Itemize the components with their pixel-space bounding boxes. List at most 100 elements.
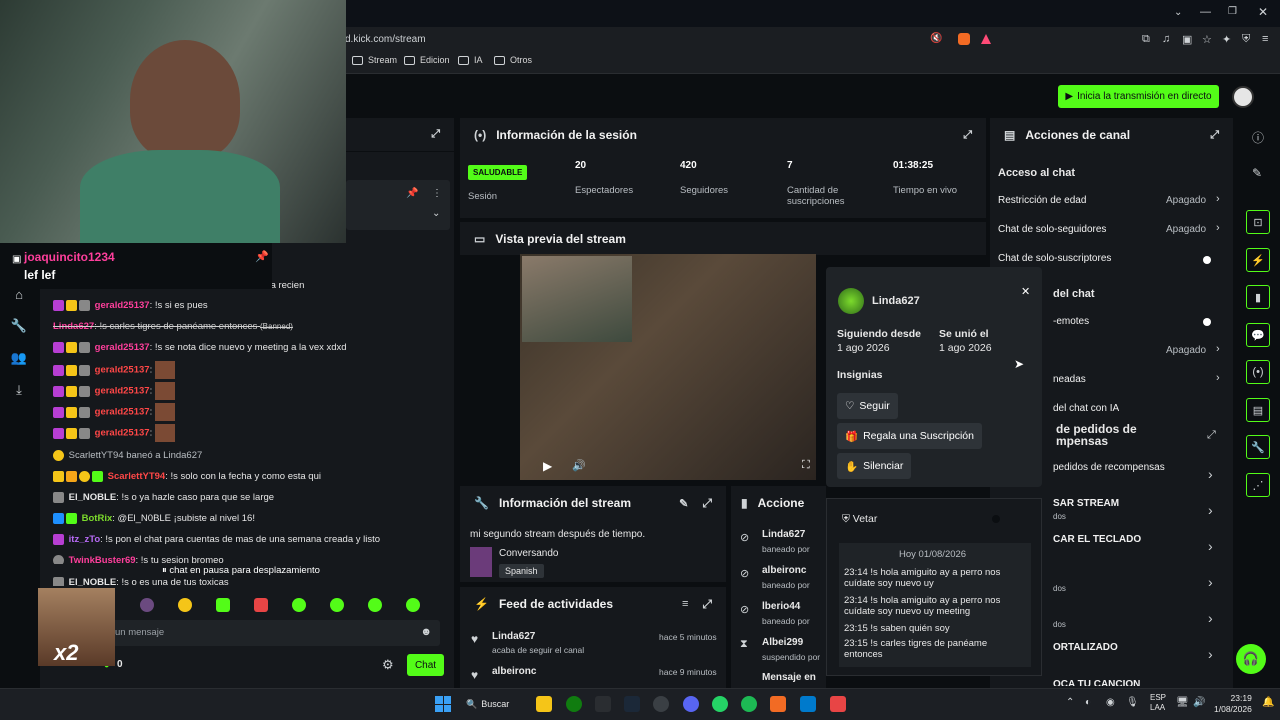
filter-icon[interactable]: ≡ <box>682 598 688 610</box>
send-chat-button[interactable]: Chat <box>407 654 444 676</box>
emote-icon[interactable] <box>254 598 268 612</box>
brave-icon[interactable] <box>770 696 786 712</box>
chevron-right-icon[interactable]: › <box>1208 646 1213 662</box>
bookmark-edicion[interactable]: Edicion <box>404 55 450 65</box>
language-indicator[interactable]: ESP LAA <box>1150 693 1166 713</box>
category-name[interactable]: Conversando <box>499 548 558 559</box>
chevron-right-icon[interactable]: › <box>1216 193 1220 205</box>
follow-button[interactable]: ♡ Seguir <box>837 393 898 419</box>
chat-message[interactable]: TwinkBuster69: !s tu sesion bromeo <box>53 555 224 564</box>
steam-icon[interactable] <box>624 696 640 712</box>
profile-avatar[interactable] <box>1232 86 1254 108</box>
chevron-right-icon[interactable]: › <box>1208 574 1213 590</box>
chat-paused-banner[interactable]: ⏸ chat en pausa para desplazamiento <box>162 565 320 576</box>
emote-icon[interactable] <box>406 598 420 612</box>
discord-icon[interactable] <box>683 696 699 712</box>
chat-message[interactable]: gerald25137: <box>53 403 175 421</box>
chevron-right-icon[interactable]: › <box>1208 466 1213 482</box>
chevron-right-icon[interactable]: › <box>1208 538 1213 554</box>
whatsapp-icon[interactable] <box>712 696 728 712</box>
extensions-icon[interactable]: ⧉ <box>1142 33 1150 46</box>
clock[interactable]: 23:19 1/08/2026 <box>1214 693 1252 715</box>
popout-icon[interactable]: ⤢ <box>431 128 440 141</box>
pin-icon[interactable]: 📌 <box>406 188 418 199</box>
vscode-icon[interactable] <box>800 696 816 712</box>
chevron-up-icon[interactable]: ⌃ <box>1066 697 1074 708</box>
emote-icon[interactable] <box>368 598 382 612</box>
mute-button[interactable]: ✋ Silenciar <box>837 453 912 479</box>
pinned-message[interactable]: 📌 ⋮ ⌄ <box>346 180 450 230</box>
rail-button-layout[interactable]: ▤ <box>1246 398 1270 422</box>
community-icon[interactable]: 👥 <box>11 350 27 366</box>
more-icon[interactable]: ⋮ <box>432 188 442 199</box>
epic-games-icon[interactable] <box>595 696 611 712</box>
play-icon[interactable]: ▶ <box>543 459 552 473</box>
popout-icon[interactable]: ⤢ <box>702 597 712 612</box>
upload-icon[interactable]: ⤓ <box>11 382 27 398</box>
bookmark-stream[interactable]: Stream <box>352 55 397 65</box>
chevron-right-icon[interactable]: › <box>1208 610 1213 626</box>
chat-message[interactable]: El_NOBLE: !s o ya hazle caso para que se… <box>53 492 274 503</box>
chat-message-banned[interactable]: Linda627: !s carles tigres de panéame en… <box>53 321 293 332</box>
volume-icon[interactable]: 🔊 <box>1193 697 1205 708</box>
close-window-icon[interactable]: ✕ <box>1258 5 1268 19</box>
app-red-icon[interactable] <box>830 696 846 712</box>
rail-button-chat[interactable]: 💬 <box>1246 323 1270 347</box>
chat-message[interactable]: El_NOBLE: !s o es una de tus toxicas <box>53 577 229 586</box>
edit-icon[interactable]: ✎ <box>1252 166 1262 180</box>
chat-message[interactable]: gerald25137: <box>53 424 175 442</box>
chevron-down-icon[interactable]: ⌄ <box>1174 7 1182 18</box>
edit-icon[interactable]: ✎ <box>679 497 688 510</box>
emoji-icon[interactable]: ☻ <box>420 626 432 638</box>
brave-shield-icon[interactable] <box>958 33 970 45</box>
rail-button-log[interactable]: ▮ <box>1246 285 1270 309</box>
rail-button-share[interactable]: ⋰ <box>1246 473 1270 497</box>
chat-message[interactable]: ScarlettYT94: !s solo con la fecha y com… <box>53 471 321 482</box>
app-icon[interactable] <box>653 696 669 712</box>
media-icon[interactable]: ♫ <box>1162 33 1170 45</box>
maximize-icon[interactable]: ❐ <box>1228 6 1237 17</box>
windows-start-icon[interactable] <box>435 696 451 712</box>
emote-icon[interactable] <box>292 598 306 612</box>
bookmark-ia[interactable]: IA <box>458 55 483 65</box>
network-icon[interactable]: 🖥 <box>1176 697 1189 708</box>
info-icon[interactable]: ⓘ <box>1252 129 1264 146</box>
address-text[interactable]: d.kick.com/stream <box>345 34 426 45</box>
rail-button-broadcast[interactable]: (•) <box>1246 360 1270 384</box>
rail-button-wrench[interactable]: 🔧 <box>1246 435 1270 459</box>
popout-icon[interactable]: ⤢ <box>702 496 712 511</box>
chat-message[interactable]: BotRix: @El_N0BLE ¡subiste al nivel 16! <box>53 513 255 524</box>
popout-icon[interactable]: ⤢ <box>1210 129 1219 142</box>
sidebar-icon[interactable]: ▣ <box>1182 33 1192 46</box>
emote-icon[interactable] <box>178 598 192 612</box>
tray-app-icon[interactable]: ◉ <box>1106 697 1115 708</box>
emote-icon[interactable] <box>216 598 230 612</box>
popout-icon[interactable]: ⤢ <box>1207 429 1216 442</box>
chat-message[interactable]: gerald25137: <box>53 382 175 400</box>
chat-input[interactable]: un mensaje ☻ <box>105 620 440 646</box>
wrench-icon[interactable]: 🔧 <box>11 318 27 334</box>
mute-tab-icon[interactable]: 🔇 <box>930 33 942 44</box>
close-icon[interactable]: ✕ <box>1021 285 1030 298</box>
go-live-button[interactable]: ▶ Inicia la transmisión en directo <box>1058 85 1219 108</box>
chat-message[interactable]: gerald25137: <box>53 361 175 379</box>
taskbar-search[interactable]: 🔍 Buscar <box>466 695 522 713</box>
support-button[interactable]: 🎧 <box>1236 644 1266 674</box>
chat-message[interactable]: gerald25137: !s si es pues <box>53 300 208 311</box>
chat-message[interactable]: itz_zTo: !s pon el chat para cuentas de … <box>53 534 380 545</box>
chevron-right-icon[interactable]: › <box>1208 502 1213 518</box>
xbox-icon[interactable] <box>566 696 582 712</box>
gift-sub-button[interactable]: 🎁 Regala una Suscripción <box>837 423 982 449</box>
chevron-right-icon[interactable]: › <box>1216 372 1220 384</box>
tray-app-icon[interactable]: ◐ <box>1085 697 1091 708</box>
menu-icon[interactable]: ≡ <box>1262 33 1268 45</box>
notifications-icon[interactable]: 🔔 <box>1262 697 1274 708</box>
chat-message[interactable]: gerald25137: !s se nota dice nuevo y mee… <box>53 342 347 353</box>
bookmark-icon[interactable]: ☆ <box>1202 33 1212 46</box>
fullscreen-icon[interactable]: ⛶ <box>802 459 810 472</box>
rewards-icon[interactable] <box>981 34 991 44</box>
microphone-icon[interactable]: 🎙 <box>1126 697 1139 708</box>
chevron-right-icon[interactable]: › <box>1216 343 1220 355</box>
rail-button-record[interactable]: ⊡ <box>1246 210 1270 234</box>
volume-icon[interactable]: 🔊 <box>572 459 586 472</box>
